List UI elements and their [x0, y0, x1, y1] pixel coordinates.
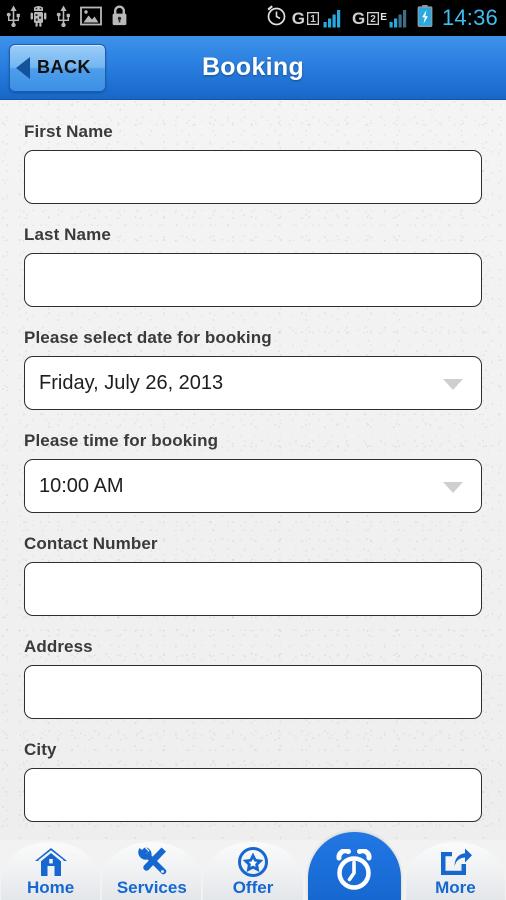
gallery-image-icon	[80, 6, 102, 31]
field-label: Last Name	[24, 225, 111, 244]
field-label: First Name	[24, 122, 113, 141]
tab-label: Services	[116, 878, 187, 897]
status-bar-clock: 14:36	[441, 5, 498, 30]
status-bar-left-icons	[6, 5, 128, 32]
field-booking-date: Please select date for booking Friday, J…	[24, 328, 482, 410]
tab-booking-alarm[interactable]	[304, 832, 405, 900]
share-icon	[438, 848, 473, 878]
alarm-clock-icon	[332, 848, 376, 891]
field-last-name: Last Name	[24, 225, 482, 307]
tab-offer[interactable]: Offer	[202, 838, 303, 900]
field-booking-time: Please time for booking 10:00 AM	[24, 431, 482, 513]
field-city: City	[24, 740, 482, 822]
booking-time-value: 10:00 AM	[39, 474, 124, 497]
android-debug-icon	[30, 5, 47, 32]
bottom-tab-bar: Home Services Offer More	[0, 832, 506, 900]
svg-text:2: 2	[370, 14, 376, 25]
status-bar-right-icons: G 1 G 2 E 14:36	[266, 4, 498, 32]
app-header: BACK Booking	[0, 36, 506, 100]
tab-label: More	[435, 878, 476, 897]
city-input[interactable]	[24, 768, 482, 822]
usb-icon	[6, 5, 21, 32]
tab-label: Home	[26, 878, 75, 897]
field-label: Please time for booking	[24, 431, 219, 450]
tab-services[interactable]: Services	[101, 838, 202, 900]
battery-charging-icon	[417, 4, 433, 32]
contact-number-input[interactable]	[24, 562, 482, 616]
address-input[interactable]	[24, 665, 482, 719]
alarm-clock-icon	[266, 5, 287, 31]
sim1-network-label: G	[291, 8, 306, 28]
tools-icon	[135, 846, 169, 878]
home-icon	[33, 846, 69, 878]
booking-date-select[interactable]: Friday, July 26, 2013	[24, 356, 482, 410]
sim2-network-label: G	[352, 8, 366, 28]
field-label: Please select date for booking	[24, 328, 272, 347]
star-badge-icon	[237, 846, 269, 878]
lock-icon	[111, 5, 128, 31]
signal-sim2-edge-icon: G 2 E	[352, 9, 409, 28]
signal-sim1-icon: G 1	[292, 9, 343, 28]
usb-icon	[56, 5, 71, 32]
field-contact-number: Contact Number	[24, 534, 482, 616]
back-button[interactable]: BACK	[9, 43, 106, 92]
tab-more[interactable]: More	[405, 838, 506, 900]
field-address: Address	[24, 637, 482, 719]
status-bar: G 1 G 2 E 14:36	[0, 0, 506, 36]
booking-date-value: Friday, July 26, 2013	[39, 371, 224, 394]
sim2-edge-label: E	[380, 11, 387, 23]
field-label: City	[24, 740, 57, 759]
booking-form: First Name Last Name Please select date …	[0, 100, 506, 840]
tab-home[interactable]: Home	[0, 838, 101, 900]
field-first-name: First Name	[24, 122, 482, 204]
chevron-down-icon	[443, 482, 463, 493]
booking-time-select[interactable]: 10:00 AM	[24, 459, 482, 513]
back-arrow-icon	[16, 56, 30, 79]
back-button-label: BACK	[37, 57, 91, 77]
tab-label: Offer	[232, 878, 274, 897]
chevron-down-icon	[443, 379, 463, 390]
field-label: Contact Number	[24, 534, 158, 553]
last-name-input[interactable]	[24, 253, 482, 307]
first-name-input[interactable]	[24, 150, 482, 204]
field-label: Address	[24, 637, 93, 656]
svg-text:1: 1	[310, 14, 316, 25]
